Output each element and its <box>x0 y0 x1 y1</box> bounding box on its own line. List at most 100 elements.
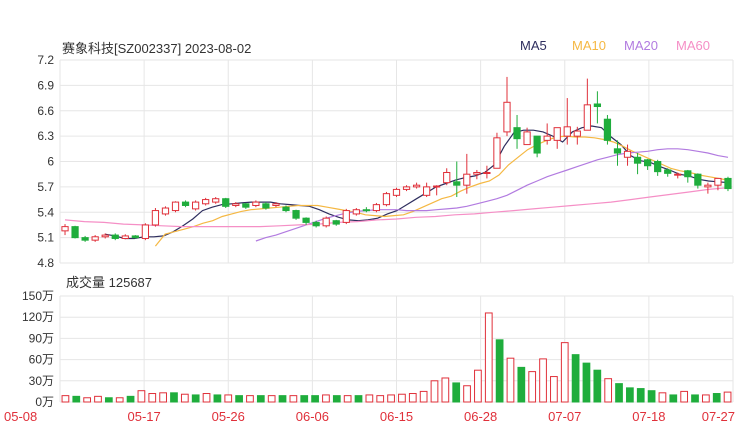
volume-bar <box>636 388 645 403</box>
candle-body <box>453 181 461 186</box>
candle-body <box>684 170 692 178</box>
candle <box>392 187 401 198</box>
date-axis-labels: 05-08 05-17 05-26 06-06 06-15 06-28 07-07 07-18… <box>4 409 735 424</box>
candle <box>121 234 129 240</box>
candle-body <box>724 177 732 190</box>
price-tick-label: 6.3 <box>37 129 54 143</box>
candle <box>372 202 381 213</box>
candle-body <box>553 127 561 141</box>
price-tick-label: 6.6 <box>37 104 54 118</box>
volume-bar <box>408 393 417 403</box>
volume-label: 成交量 <box>66 275 106 290</box>
candle-body <box>282 206 290 212</box>
volume-bar <box>148 393 157 403</box>
candle-body <box>473 171 481 175</box>
candle-body <box>513 127 521 140</box>
candle <box>654 159 662 176</box>
legend-ma5: MA5 <box>520 38 547 53</box>
date-label: 06-15 <box>380 409 413 424</box>
candle <box>443 168 451 186</box>
candle <box>171 201 180 213</box>
candle <box>402 185 411 192</box>
candle <box>493 132 501 169</box>
candle-body <box>71 226 79 239</box>
volume-bar <box>322 394 330 403</box>
candle-body <box>654 161 662 173</box>
volume-bar <box>300 395 309 403</box>
candle <box>704 182 712 194</box>
price-tick-label: 6 <box>47 155 54 169</box>
volume-bar <box>452 382 461 403</box>
price-tick-label: 5.4 <box>37 205 54 219</box>
candle-body <box>674 173 682 176</box>
date-label: 05-17 <box>128 409 161 424</box>
candle <box>322 216 330 228</box>
candle-body <box>704 184 712 188</box>
volume-bar <box>712 393 721 403</box>
candle-body <box>463 173 471 186</box>
price-tick-label: 5.1 <box>37 231 54 245</box>
volume-bar <box>615 383 623 403</box>
candle-body <box>131 235 139 239</box>
volume-bar <box>191 394 200 403</box>
candle-body <box>151 210 160 226</box>
volume-bar <box>311 395 319 403</box>
volume-tick-label: 150万 <box>22 289 54 303</box>
volume-bar <box>376 395 385 403</box>
volume-tick-label: 60万 <box>29 353 54 367</box>
volume-bar <box>604 378 613 403</box>
volume-bar <box>495 339 504 403</box>
candle-body <box>362 209 370 212</box>
chart-title: 赛象科技[SZ002337] 2023-08-02 <box>62 41 252 56</box>
candle <box>513 114 521 149</box>
volume-bar <box>224 394 233 403</box>
volume-bar <box>441 377 450 403</box>
volume-bar <box>213 394 222 403</box>
candle-body <box>613 148 622 154</box>
candle <box>553 127 561 149</box>
volume-bar <box>159 392 167 403</box>
volume-bar <box>278 395 287 403</box>
legend-ma60: MA60 <box>676 38 710 53</box>
volume-bar <box>387 394 395 403</box>
volume-bar <box>528 371 537 403</box>
candle <box>131 235 139 239</box>
volume-bar <box>647 390 656 403</box>
candle <box>684 169 692 183</box>
volume-bar <box>126 395 135 403</box>
candle <box>111 233 119 241</box>
volume-bar <box>669 394 678 403</box>
candle-body <box>423 186 431 196</box>
volume-bar <box>170 392 178 403</box>
date-label: 07-07 <box>548 409 581 424</box>
volume-bar <box>343 395 352 403</box>
price-tick-label: 7.2 <box>37 53 54 67</box>
candle-body <box>392 188 401 196</box>
candle-body <box>342 210 350 223</box>
volume-title: 成交量 125687 <box>66 272 152 291</box>
volume-bar <box>289 395 298 403</box>
candle <box>202 197 210 206</box>
candle <box>81 235 89 242</box>
date-label: 06-28 <box>464 409 497 424</box>
volume-bar <box>680 390 689 403</box>
candle-body <box>332 220 340 225</box>
candle-body <box>91 236 99 241</box>
volume-bar <box>83 397 92 403</box>
volume-bar <box>235 395 243 403</box>
date-label: 05-08 <box>4 409 37 424</box>
candle-body <box>302 217 310 223</box>
candle <box>583 78 591 131</box>
volume-bar <box>137 390 146 403</box>
volume-bar <box>365 394 374 403</box>
candle <box>633 153 642 175</box>
volume-bar <box>593 369 602 403</box>
volume-bar <box>61 395 70 403</box>
candle-body <box>603 118 612 141</box>
price-grid <box>59 59 734 264</box>
candle-body <box>191 201 200 210</box>
candle-body <box>252 201 260 206</box>
candle <box>292 209 300 220</box>
candle <box>412 182 421 189</box>
candle-body <box>262 203 270 209</box>
